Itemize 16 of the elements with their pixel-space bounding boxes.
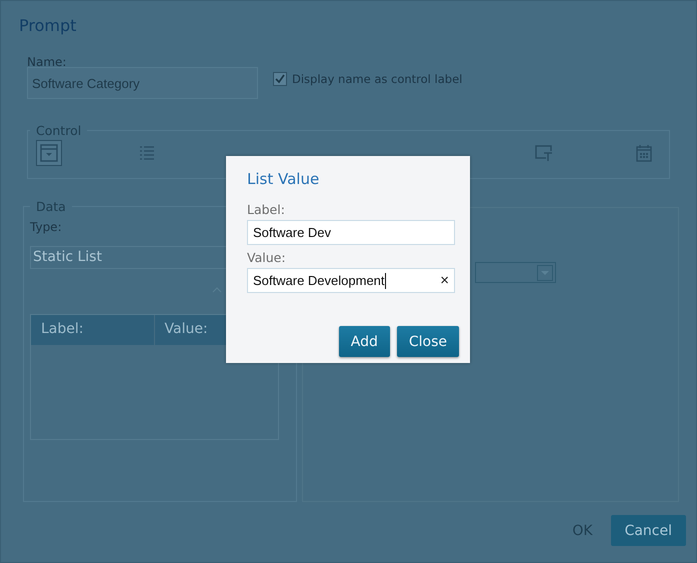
clear-button[interactable]: × [440,272,449,289]
dropdown-field[interactable] [475,262,556,283]
field-label: Value: [247,250,287,265]
text-field[interactable]: Software Dev [247,220,455,245]
add-button[interactable]: Add [338,326,390,357]
field-label: Label: [247,202,286,217]
text-field[interactable]: Software Development × [247,268,455,293]
close-button[interactable]: Close [396,326,459,357]
checkbox[interactable] [273,72,287,86]
dropdown-control-icon[interactable] [36,140,62,166]
cancel-button[interactable]: Cancel [610,515,686,546]
type-label: Type: [30,220,62,234]
caret-icon [537,264,553,280]
column-header: Label: [31,315,154,345]
checkbox-label: Display name as control label [292,72,462,86]
modal-title: List Value [247,170,320,190]
